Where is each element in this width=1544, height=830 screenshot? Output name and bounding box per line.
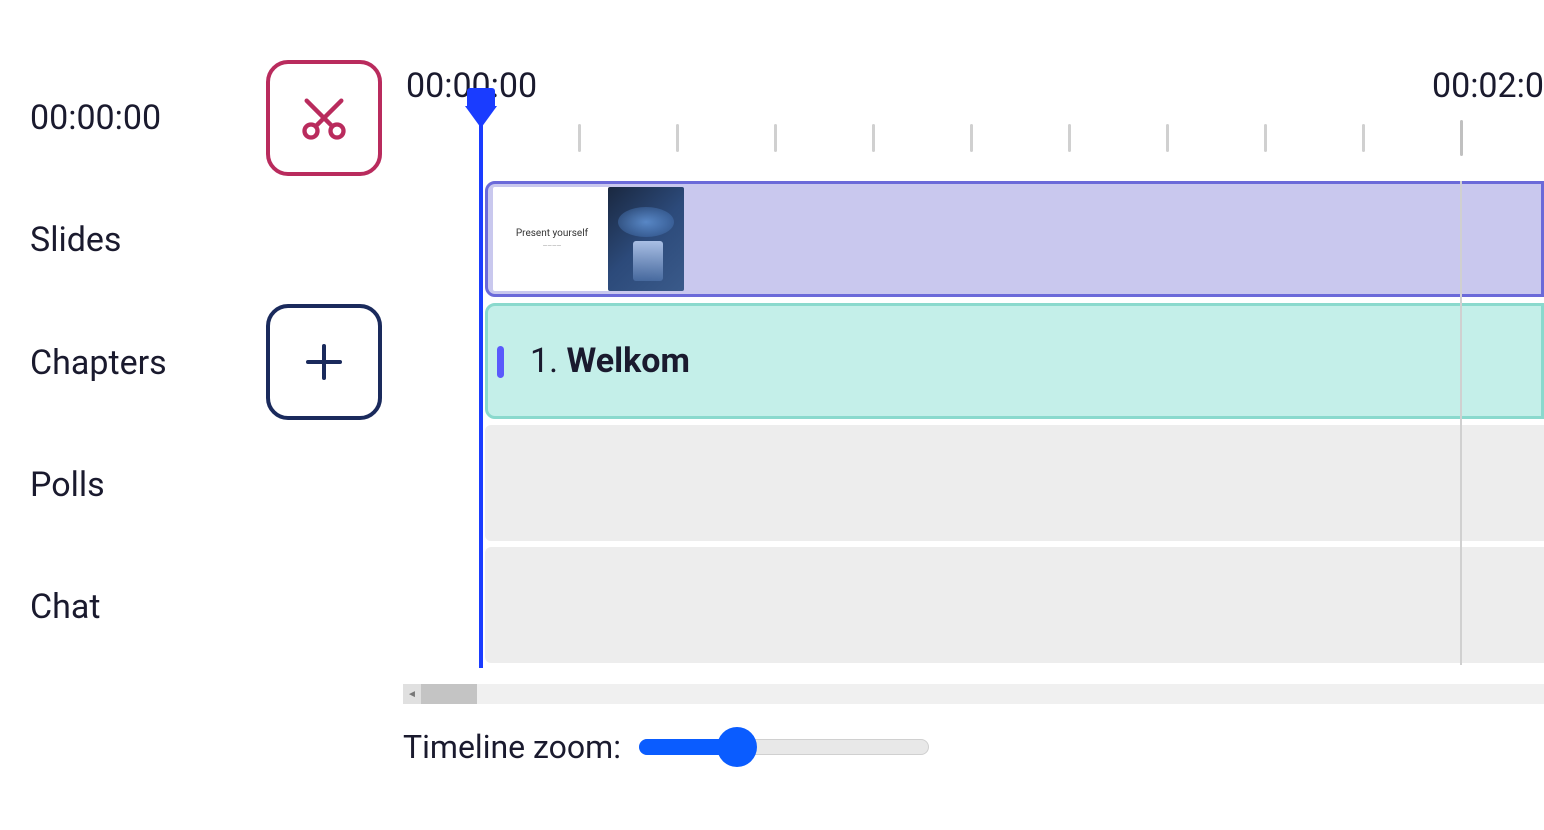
playhead[interactable] [479,108,483,668]
slide-thumb-title: Present yourself [516,228,588,239]
chapter-title: 1. Welkom [530,341,690,381]
zoom-control: Timeline zoom: [403,728,929,766]
add-chapter-button[interactable] [266,304,382,420]
playhead-handle-icon [465,106,497,128]
row-label-slides: Slides [30,180,121,300]
row-label-chat: Chat [30,547,100,667]
zoom-slider[interactable] [639,732,929,762]
ruler-major-divider [1460,181,1462,665]
horizontal-scrollbar[interactable]: ◄ [403,684,1544,704]
polls-track[interactable] [485,425,1544,541]
cut-button[interactable] [266,60,382,176]
slides-track[interactable]: Present yourself ———— [485,181,1544,297]
ruler-time-end: 00:02:0 [1432,66,1544,106]
slider-thumb[interactable] [717,727,757,767]
scrollbar-thumb[interactable] [421,684,477,704]
scissors-icon [298,92,350,144]
zoom-label: Timeline zoom: [403,728,621,766]
slide-thumbnail-2[interactable] [608,187,684,291]
current-time-label: 00:00:00 [30,58,161,178]
plus-icon [300,338,348,386]
row-label-polls: Polls [30,425,105,545]
chapters-track[interactable]: 1. Welkom [485,303,1544,419]
scrollbar-left-button[interactable]: ◄ [403,684,421,704]
timeline-ruler[interactable] [480,118,1544,158]
row-label-chapters: Chapters [30,303,167,423]
chapter-clip-handle[interactable] [497,346,504,378]
timeline-area: 00:00:00 00:02:0 Present yourself ———— 1… [400,0,1544,830]
chat-track[interactable] [485,547,1544,663]
slide-thumbnail-1[interactable]: Present yourself ———— [493,187,611,291]
slide-thumb-subtitle: ———— [543,243,562,250]
